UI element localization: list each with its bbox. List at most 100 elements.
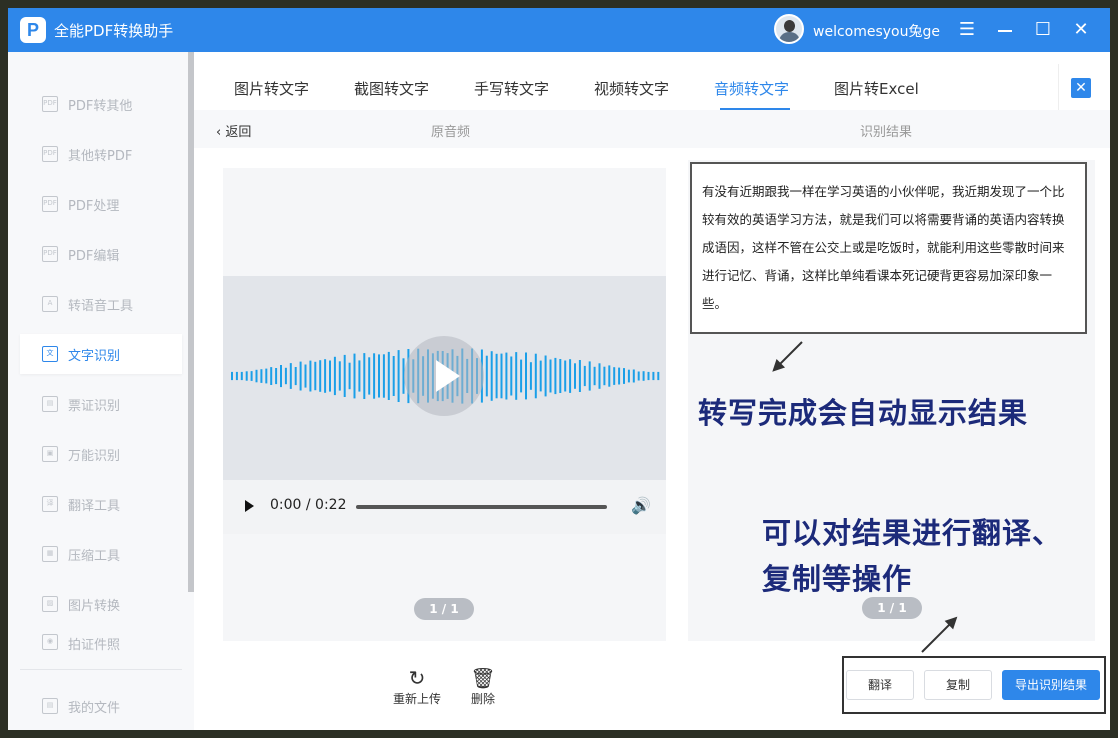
waveform-bar [574, 363, 576, 389]
waveform-bar [608, 365, 611, 387]
waveform-bar [397, 350, 400, 402]
original-audio-title: 原音频 [431, 125, 471, 140]
waveform-bar [515, 352, 518, 400]
user-avatar[interactable] [774, 14, 804, 44]
sidebar-item-image[interactable]: ▨ 图片转换 [20, 584, 182, 624]
waveform-bar [392, 356, 395, 396]
waveform-bar [554, 357, 557, 395]
export-result-button[interactable]: 导出识别结果 [1002, 670, 1100, 700]
delete-button[interactable]: 🗑 删除 [453, 666, 513, 707]
waveform-bar [593, 366, 596, 386]
audio-progress-track[interactable] [356, 505, 607, 509]
waveform-bar [235, 371, 238, 381]
sidebar-item-label: PDF处理 [68, 198, 120, 214]
waveform-bar [549, 359, 552, 393]
sidebar-item-my-files[interactable]: ▤ 我的文件 [20, 686, 182, 726]
app-logo-icon: P [20, 17, 46, 43]
waveform-bar [294, 367, 297, 386]
pdf-process-icon: PDF [42, 196, 58, 212]
sidebar-item-label: 压缩工具 [68, 548, 121, 564]
waveform-bar [588, 361, 591, 391]
page-indicator-left: 1 / 1 [414, 598, 474, 620]
waveform-bar [358, 360, 361, 392]
sidebar-item-label: 翻译工具 [68, 498, 121, 514]
sidebar-item-ocr[interactable]: 文文字识别 [20, 334, 182, 374]
volume-icon[interactable]: 🔊 [631, 496, 651, 515]
sidebar-item-label: PDF转其他 [68, 98, 133, 114]
waveform-bar [603, 366, 606, 386]
waveform-bar [250, 371, 253, 381]
annotation-translate-copy-1: 可以对结果进行翻译、 [762, 516, 1063, 550]
waveform-bar [270, 367, 273, 385]
waveform-bar [578, 360, 581, 392]
ticket-icon: ▤ [42, 396, 58, 412]
waveform-bar [324, 359, 327, 393]
translate-icon: 译 [42, 496, 58, 512]
audio-play-icon[interactable] [245, 500, 254, 512]
waveform-bar [387, 351, 390, 400]
waveform-bar [647, 371, 650, 381]
sidebar-item-pdf-convert[interactable]: PDF PDF转其他 [20, 84, 182, 124]
sidebar-item-pdf-process[interactable]: PDF PDF处理 [20, 184, 182, 224]
audio-time: 0:00 / 0:22 [270, 497, 347, 513]
close-icon[interactable]: ✕ [1068, 17, 1094, 43]
tab-screenshot-to-text[interactable]: 截图转文字 [354, 78, 429, 99]
pdf-convert-icon: PDF [42, 96, 58, 112]
waveform-bar [583, 365, 586, 387]
tab-bar: 图片转文字 截图转文字 手写转文字 视频转文字 音频转文字 图片转Excel [194, 52, 1056, 110]
sidebar-item-label: 图片转换 [68, 598, 121, 614]
waveform-bar [623, 368, 625, 384]
sidebar-item-compress[interactable]: ▦ 压缩工具 [20, 534, 182, 574]
tab-audio-to-text[interactable]: 音频转文字 [714, 78, 789, 99]
universal-icon: ▣ [42, 446, 58, 462]
sidebar-item-label: PDF编辑 [68, 248, 120, 264]
sidebar-item-universal[interactable]: ▣ 万能识别 [20, 434, 182, 474]
close-panel-icon[interactable]: ✕ [1071, 78, 1091, 98]
sidebar-item-translate[interactable]: 译翻译工具 [20, 484, 182, 524]
waveform-bar [284, 367, 287, 385]
speech-icon: A [42, 296, 58, 312]
result-text-box[interactable]: 有没有近期跟我一样在学习英语的小伙伴呢，我近期发现了一个比较有效的英语学习方法，… [690, 162, 1087, 334]
tab-image-to-excel[interactable]: 图片转Excel [834, 78, 919, 99]
reupload-button[interactable]: ↻ 重新上传 [387, 666, 447, 707]
translate-button[interactable]: 翻译 [846, 670, 914, 700]
tab-video-to-text[interactable]: 视频转文字 [594, 78, 669, 99]
copy-button[interactable]: 复制 [924, 670, 992, 700]
files-icon: ▤ [42, 698, 58, 714]
sidebar-item-label: 文字识别 [68, 348, 121, 364]
result-text: 有没有近期跟我一样在学习英语的小伙伴呢，我近期发现了一个比较有效的英语学习方法，… [702, 184, 1065, 311]
waveform-bar [289, 363, 292, 389]
waveform-bar [329, 360, 331, 392]
play-overlay-button[interactable] [404, 336, 484, 416]
trash-icon: 🗑 [470, 666, 496, 690]
sidebar-item-photo-id[interactable]: ◉ 拍证件照 [20, 634, 182, 652]
reupload-label: 重新上传 [392, 692, 441, 706]
sidebar-item-to-pdf[interactable]: PDF 其他转PDF [20, 134, 182, 174]
action-buttons-frame: 翻译 复制 导出识别结果 [842, 656, 1106, 714]
sidebar-item-pdf-edit[interactable]: PDF PDF编辑 [20, 234, 182, 274]
waveform-bar [642, 371, 645, 381]
maximize-icon[interactable]: ☐ [1030, 17, 1056, 43]
waveform-bar [598, 363, 601, 389]
sidebar-item-ticket[interactable]: ▤ 票证识别 [20, 384, 182, 424]
photo-id-icon: ◉ [42, 634, 58, 650]
waveform-bar [632, 369, 635, 383]
waveform-bar [373, 353, 376, 399]
main-area: 图片转文字 截图转文字 手写转文字 视频转文字 音频转文字 图片转Excel ✕… [194, 52, 1110, 730]
menu-icon[interactable]: ☰ [954, 17, 980, 43]
sidebar-item-speech[interactable]: A 转语音工具 [20, 284, 182, 324]
back-label: 返回 [225, 125, 252, 140]
username[interactable]: welcomesyou兔ge [813, 21, 940, 41]
title-bar: P 全能PDF转换助手 welcomesyou兔ge ☰ ☐ ✕ [8, 8, 1110, 52]
minimize-icon[interactable] [992, 17, 1018, 43]
app-window: P 全能PDF转换助手 welcomesyou兔ge ☰ ☐ ✕ PDF PDF转… [8, 8, 1110, 730]
waveform-bar [544, 355, 547, 397]
back-button[interactable]: ‹ 返回 [216, 121, 251, 140]
tab-image-to-text[interactable]: 图片转文字 [234, 78, 309, 99]
app-title: 全能PDF转换助手 [54, 22, 174, 40]
waveform-bar [637, 371, 640, 381]
waveform-bar [304, 364, 307, 388]
tab-handwriting-to-text[interactable]: 手写转文字 [474, 78, 549, 99]
waveform-bar [564, 360, 567, 392]
waveform-bar [299, 361, 302, 391]
